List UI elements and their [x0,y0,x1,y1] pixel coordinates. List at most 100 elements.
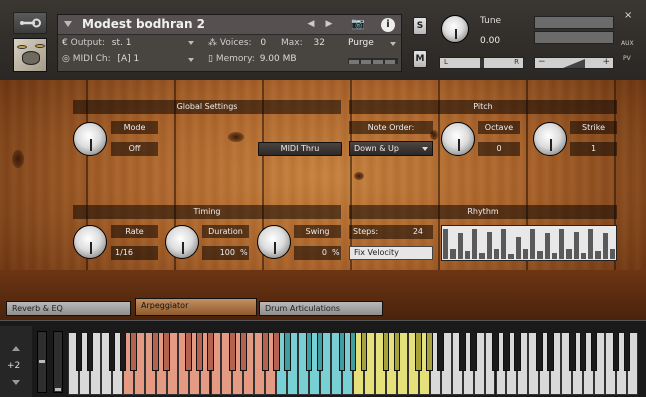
midi-dropdown-arrow-icon[interactable] [188,58,194,62]
output-dropdown-arrow-icon[interactable] [188,41,194,45]
pan-handle[interactable] [480,58,484,68]
camera-icon[interactable]: 📷 [348,17,368,33]
pitch-wheel[interactable] [37,331,47,393]
black-key[interactable] [272,333,280,371]
octave-value[interactable]: 0 [478,142,520,156]
mod-wheel[interactable] [53,331,63,393]
mode-value[interactable]: Off [111,142,158,156]
black-key[interactable] [349,333,357,371]
strike-knob[interactable] [533,122,567,156]
wrench-icon[interactable] [13,12,47,34]
rhythm-step[interactable] [443,229,449,259]
tune-knob[interactable] [441,15,469,43]
black-key[interactable] [623,333,631,371]
tune-value[interactable]: 0.00 [480,36,500,46]
black-key[interactable] [360,333,368,371]
rhythm-step[interactable] [486,232,492,259]
rhythm-step[interactable] [609,249,615,259]
rhythm-step[interactable] [595,251,601,259]
close-icon[interactable]: × [624,10,632,21]
black-key[interactable] [316,333,324,371]
rhythm-step[interactable] [551,253,557,259]
fix-velocity-button[interactable]: Fix Velocity [349,246,433,260]
black-key[interactable] [415,333,423,371]
rate-value[interactable]: 1/16 [111,246,158,260]
black-key[interactable] [163,333,170,371]
black-key[interactable] [108,333,116,371]
rhythm-step-grid[interactable] [441,225,617,261]
tab-arpeggiator[interactable]: Arpeggiator [135,298,257,316]
black-key[interactable] [437,333,444,371]
volume-slider[interactable]: − + [534,57,614,69]
output-value[interactable]: st. 1 [112,38,132,48]
black-key[interactable] [459,333,466,371]
info-icon[interactable]: i [381,18,395,32]
mode-knob[interactable] [73,122,107,156]
tab-reverb-eq[interactable]: Reverb & EQ [6,301,131,316]
duration-knob[interactable] [165,225,199,259]
aux-label[interactable]: AUX [621,40,634,47]
black-key[interactable] [305,333,313,371]
collapse-arrow-icon[interactable] [64,21,72,27]
black-key[interactable] [130,333,138,371]
steps-value[interactable]: 24 [413,225,423,239]
black-key[interactable] [229,333,236,371]
purge-dropdown-arrow-icon[interactable] [390,42,396,46]
rhythm-step[interactable] [501,229,507,259]
black-key[interactable] [152,333,159,371]
black-key[interactable] [503,333,510,371]
volume-handle[interactable] [563,59,585,68]
black-key[interactable] [207,333,214,371]
rhythm-step[interactable] [479,253,485,259]
black-key[interactable] [470,333,477,371]
black-key[interactable] [119,333,127,371]
black-key[interactable] [393,333,401,371]
rhythm-step[interactable] [508,254,514,259]
black-key[interactable] [283,333,291,371]
black-key[interactable] [75,333,83,371]
black-key[interactable] [426,333,433,371]
black-key[interactable] [492,333,499,371]
strike-value[interactable]: 1 [570,142,617,156]
instrument-name[interactable]: Modest bodhran 2 [82,17,205,31]
solo-button[interactable]: S [413,17,427,35]
swing-knob[interactable] [257,225,291,259]
rhythm-step[interactable] [588,229,594,259]
rhythm-step[interactable] [544,233,550,259]
black-key[interactable] [590,333,598,371]
pan-slider[interactable]: L R [439,57,524,69]
rhythm-step[interactable] [472,229,478,259]
max-voices-value[interactable]: 32 [314,38,325,48]
rate-knob[interactable] [73,225,107,259]
purge-button[interactable]: Purge [348,38,374,48]
pv-label[interactable]: PV [623,55,631,62]
black-key[interactable] [338,333,346,371]
prev-instrument-icon[interactable]: ◀ [306,19,316,31]
midi-row[interactable]: ◎ MIDI Ch: [A] 1 [62,54,139,68]
next-instrument-icon[interactable]: ▶ [324,19,334,31]
rhythm-step[interactable] [493,249,499,259]
black-key[interactable] [196,333,203,371]
piano-keys[interactable] [68,333,638,395]
octave-down-icon[interactable] [12,380,20,385]
rhythm-step[interactable] [450,249,456,259]
mute-button[interactable]: M [413,50,427,68]
rhythm-step[interactable] [464,251,470,259]
rhythm-step[interactable] [522,249,528,259]
black-key[interactable] [240,333,247,371]
rhythm-step[interactable] [602,233,608,259]
tab-drum-articulations[interactable]: Drum Articulations [259,301,383,316]
rhythm-step[interactable] [537,251,543,259]
octave-knob[interactable] [441,122,475,156]
black-key[interactable] [382,333,390,371]
rhythm-step[interactable] [559,229,565,259]
octave-up-icon[interactable] [12,346,20,351]
black-key[interactable] [568,333,576,371]
rhythm-step[interactable] [457,233,463,259]
rhythm-step[interactable] [566,249,572,259]
black-key[interactable] [536,333,543,371]
midi-value[interactable]: [A] 1 [118,54,140,64]
rhythm-step[interactable] [580,253,586,259]
black-key[interactable] [612,333,620,371]
rhythm-step[interactable] [573,232,579,259]
